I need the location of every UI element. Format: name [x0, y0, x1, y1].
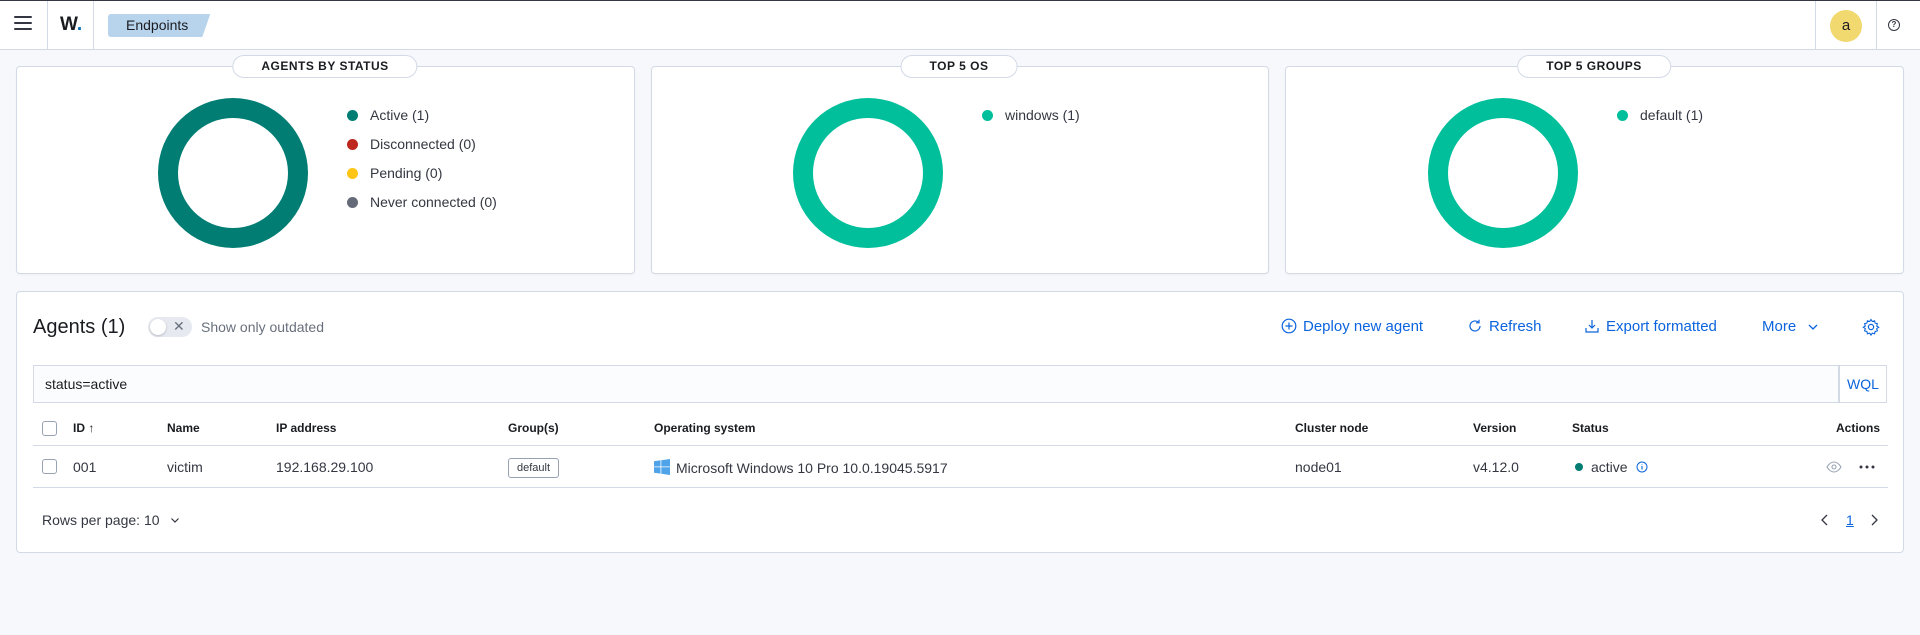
- table-row-divider: [33, 487, 1888, 488]
- show-outdated-toggle[interactable]: ✕: [148, 317, 192, 337]
- table-header-divider: [33, 445, 1888, 446]
- menu-icon[interactable]: [14, 16, 32, 32]
- sort-ascending-icon: ↑: [88, 421, 95, 435]
- header-divider: [93, 1, 94, 50]
- top-header: W. Endpoints a ?: [0, 0, 1920, 50]
- cell-cluster-node[interactable]: node01: [1295, 459, 1342, 475]
- cell-id[interactable]: 001: [73, 459, 96, 475]
- refresh-button[interactable]: Refresh: [1467, 318, 1542, 335]
- gear-icon[interactable]: [1862, 318, 1880, 336]
- header-divider: [1876, 1, 1877, 50]
- search-query[interactable]: status=active: [45, 376, 127, 392]
- os-donut-chart[interactable]: [793, 98, 943, 248]
- more-actions-icon[interactable]: [1859, 465, 1875, 469]
- deploy-new-agent-button[interactable]: Deploy new agent: [1281, 318, 1423, 335]
- chevron-right-icon[interactable]: [1868, 513, 1880, 527]
- plus-circle-icon: [1281, 318, 1297, 334]
- legend-item-never-connected[interactable]: Never connected (0): [347, 188, 497, 217]
- legend-item-pending[interactable]: Pending (0): [347, 159, 497, 188]
- column-header-os[interactable]: Operating system: [654, 421, 755, 435]
- more-menu-button[interactable]: More: [1762, 318, 1820, 335]
- user-avatar[interactable]: a: [1830, 10, 1862, 42]
- card-title-os: TOP 5 OS: [900, 55, 1018, 78]
- agents-by-status-card: [16, 66, 635, 274]
- close-icon: ✕: [173, 318, 185, 334]
- groups-donut-chart[interactable]: [1428, 98, 1578, 248]
- column-header-status[interactable]: Status: [1572, 421, 1609, 435]
- legend-item-windows[interactable]: windows (1): [982, 101, 1080, 130]
- search-input[interactable]: [33, 365, 1839, 403]
- status-donut-chart[interactable]: [158, 98, 308, 248]
- cell-os[interactable]: Microsoft Windows 10 Pro 10.0.19045.5917: [654, 459, 948, 476]
- agents-title: Agents (1): [33, 316, 126, 338]
- legend-item-default[interactable]: default (1): [1617, 101, 1703, 130]
- status-dot: [1575, 463, 1583, 471]
- top-os-card: [651, 66, 1269, 274]
- chevron-left-icon[interactable]: [1819, 513, 1831, 527]
- select-all-checkbox[interactable]: [42, 421, 57, 436]
- status-legend: Active (1) Disconnected (0) Pending (0) …: [347, 101, 497, 217]
- column-header-name[interactable]: Name: [167, 421, 200, 435]
- info-icon[interactable]: [1636, 461, 1648, 473]
- windows-icon: [654, 459, 670, 475]
- column-header-version[interactable]: Version: [1473, 421, 1516, 435]
- toggle-knob: [150, 319, 166, 335]
- cell-ip[interactable]: 192.168.29.100: [276, 459, 373, 475]
- breadcrumb-endpoints[interactable]: Endpoints: [108, 14, 210, 37]
- group-badge[interactable]: default: [508, 458, 560, 478]
- column-header-cluster-node[interactable]: Cluster node: [1295, 421, 1368, 435]
- refresh-icon: [1469, 319, 1481, 332]
- row-checkbox[interactable]: [42, 459, 57, 474]
- chevron-down-icon: [1808, 324, 1818, 330]
- card-title-groups: TOP 5 GROUPS: [1517, 55, 1671, 78]
- header-divider: [1815, 1, 1816, 50]
- card-title-status: AGENTS BY STATUS: [232, 55, 418, 78]
- legend-item-disconnected[interactable]: Disconnected (0): [347, 130, 497, 159]
- legend-item-active[interactable]: Active (1): [347, 101, 497, 130]
- eye-icon[interactable]: [1826, 461, 1842, 473]
- top-groups-card: [1285, 66, 1904, 274]
- wql-button[interactable]: WQL: [1839, 365, 1887, 403]
- rows-per-page-selector[interactable]: Rows per page: 10: [42, 512, 181, 528]
- column-header-actions: Actions: [1836, 421, 1881, 435]
- column-header-ip[interactable]: IP address: [276, 421, 336, 435]
- app-logo[interactable]: W.: [60, 14, 82, 36]
- export-formatted-button[interactable]: Export formatted: [1584, 318, 1717, 335]
- cell-status[interactable]: active: [1575, 459, 1648, 475]
- chevron-down-icon: [171, 518, 180, 523]
- groups-legend: default (1): [1617, 101, 1703, 130]
- show-outdated-label: Show only outdated: [201, 319, 324, 335]
- page-number-1[interactable]: 1: [1846, 512, 1854, 528]
- column-header-groups[interactable]: Group(s): [508, 421, 559, 435]
- help-icon[interactable]: ?: [1888, 19, 1900, 31]
- cell-version[interactable]: v4.12.0: [1473, 459, 1519, 475]
- os-legend: windows (1): [982, 101, 1080, 130]
- cell-name[interactable]: victim: [167, 459, 203, 475]
- header-divider: [47, 1, 48, 50]
- column-header-id[interactable]: ID ↑: [73, 421, 94, 435]
- export-icon: [1585, 320, 1599, 333]
